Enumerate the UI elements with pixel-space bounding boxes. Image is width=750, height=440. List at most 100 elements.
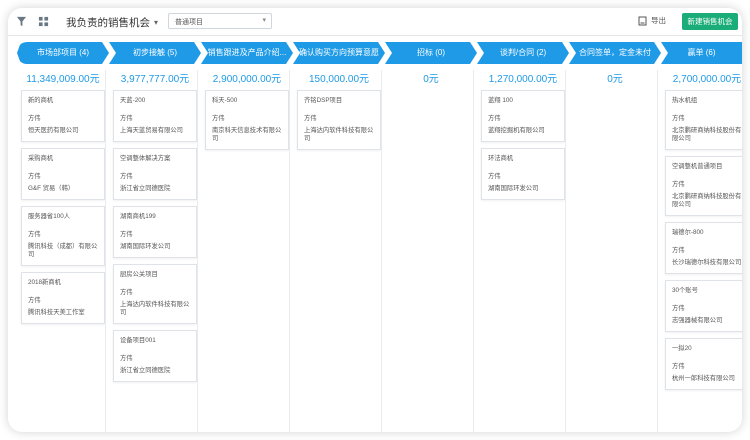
owner-name: 方伟 [212,115,225,122]
stage-count: (4) [77,48,89,57]
company-name: 恒天医药有限公司 [28,127,79,134]
company-name: 上海达内软件科技有限公司 [304,127,374,142]
company-name: 湖南国际环发公司 [488,185,539,192]
funnel-icon[interactable] [16,16,27,27]
opportunity-card[interactable]: 一拟20 方伟杭州一郎科技有限公司 [665,338,742,390]
column-divider [657,70,658,432]
owner-name: 方伟 [672,181,685,188]
opportunity-name: 科天-500 [212,97,238,104]
column-divider [197,70,198,432]
opportunity-card[interactable]: 2018新商机 方伟 腾讯科技天美工作室 [21,272,105,324]
opportunity-card[interactable]: 设备项目001 方伟浙江省立同德医院 [113,330,197,382]
opportunity-card[interactable]: 厨房公关项目 方伟 上海达内软件科技有限公司 [113,264,197,324]
owner-name: 方伟 [120,173,133,180]
chevron-down-icon: ▾ [154,18,159,27]
opportunity-name: 环法商机 [488,155,514,162]
stage-label: 初步接触 [133,48,165,57]
opportunity-card[interactable]: 新的商机方伟恒天医药有限公司 [21,90,105,142]
opportunity-card[interactable]: 科天-500 方伟南京科天信息技术有限公司 [205,90,289,150]
stage-label: 赢单 [687,48,704,57]
stage-header[interactable]: 谈判/合同 (2) [477,42,569,64]
owner-name: 方伟 [28,231,41,238]
opportunity-card[interactable]: 环法商机方伟湖南国际环发公司 [481,148,565,200]
stage-amount: 1,270,000.00元 [488,74,558,85]
company-name: 湖南国际环发公司 [120,243,171,250]
opportunity-card[interactable]: 瑞德尔-800 方伟 长沙瑞德尔科技有限公司 [665,222,742,274]
stage-header[interactable]: 确认购买方向预算意愿 [293,42,385,64]
opportunity-card[interactable]: 齐铭DSP项目 方伟 上海达内软件科技有限公司 [297,90,381,150]
stage-amount: 2,700,000.00元 [672,74,742,85]
stage-count: (6) [703,48,716,57]
company-name: 杭州一郎科技有限公司 [672,375,735,382]
opportunity-name: 一拟20 [672,345,692,352]
stage-bar: 市场部项目 (4) 初步接触 (5) 销售跟进及产品介绍... 确认购买方向预算意愿招… [16,42,742,64]
owner-name: 方伟 [672,115,685,122]
opportunity-card[interactable]: 30个账号方伟志强器械有限公司 [665,280,742,332]
company-name: 志强器械有限公司 [672,317,723,324]
opportunity-name: 天蓝-200 [120,97,146,104]
opportunity-name: 齐铭DSP项目 [304,97,343,104]
opportunity-card[interactable]: 湖南商机199 方伟湖南国际环发公司 [113,206,197,258]
opportunity-card[interactable]: 采购商机 方伟 G&F 贸易（韩） [21,148,105,200]
app-window: 我负责的销售机会 ▾ 普通项目 ▾ 导出 新建销售机会 市场部项目 (4) 初步接… [8,8,742,432]
stage-header[interactable]: 市场部项目 (4) [17,42,109,64]
opportunity-card[interactable]: 空调整机普通项目 方伟 北京鹏研商纳科技股份有限公司 [665,156,742,216]
owner-name: 方伟 [672,363,685,370]
stage-amount: 2,900,000.00元 [212,74,282,85]
stage-header[interactable]: 销售跟进及产品介绍... [201,42,293,64]
opportunity-name: 30个账号 [672,287,698,294]
chevron-down-icon: ▾ [262,17,266,24]
opportunity-card[interactable]: 热水机组 方伟 北京鹏研商纳科技股份有限公司 [665,90,742,150]
stage-count: (5) [165,48,177,57]
opportunity-name: 热水机组 [672,97,698,104]
stage-amount: 0元 [423,74,439,85]
opportunity-card[interactable]: 服务器省100人 方伟 腾讯科技（成都）有限公司 [21,206,105,266]
opportunity-card[interactable]: 蓝翔 100 方伟蓝翔挖掘机有限公司 [481,90,565,142]
opportunity-name: 湖南商机199 [120,213,156,220]
owner-name: 方伟 [28,115,41,122]
stage-label: 确认购买方向预算意愿 [299,48,379,57]
column-divider [565,70,566,432]
owner-name: 方伟 [120,355,133,362]
company-name: G&F 贸易（韩） [28,185,75,192]
opportunity-type-select[interactable]: 普通项目 ▾ [168,13,272,29]
view-title-dropdown[interactable]: 我负责的销售机会 ▾ [66,15,158,30]
export-icon [638,16,647,25]
owner-name: 方伟 [672,305,685,312]
company-name: 南京科天信息技术有限公司 [212,127,282,142]
owner-name: 方伟 [120,231,133,238]
stage-count: (2) [534,48,547,57]
stage-header[interactable]: 初步接触 (5) [109,42,201,64]
grid-view-icon[interactable] [38,16,49,27]
column-divider [381,70,382,432]
stage-label: 市场部项目 [37,48,77,57]
column-divider [289,70,290,432]
company-name: 蓝翔挖掘机有限公司 [488,127,545,134]
company-name: 浙江省立同德医院 [120,367,171,374]
opportunity-name: 设备项目001 [120,337,156,344]
opportunity-card[interactable]: 天蓝-200 方伟 上海天蓝贸易有限公司 [113,90,197,142]
opportunity-name: 新的商机 [28,97,54,104]
stage-header[interactable]: 合同签单，定金未付 [569,42,661,64]
top-bar: 我负责的销售机会 ▾ 普通项目 ▾ 导出 新建销售机会 [8,8,742,36]
stage-label: 合同签单，定金未付 [579,48,651,57]
stage-label: 招标 [417,48,433,57]
new-opportunity-button[interactable]: 新建销售机会 [682,13,738,30]
opportunity-name: 蓝翔 100 [488,97,513,104]
owner-name: 方伟 [488,173,501,180]
export-button[interactable]: 导出 [638,15,666,26]
stage-header[interactable]: 招标 (0) [385,42,477,64]
opportunity-name: 2018新商机 [28,279,61,286]
company-name: 北京鹏研商纳科技股份有限公司 [672,193,742,208]
stage-amount: 0元 [607,74,623,85]
stage-amount: 150,000.00元 [308,74,370,85]
stage-count: (0) [433,48,445,57]
company-name: 上海达内软件科技有限公司 [120,301,190,316]
export-label: 导出 [651,16,666,25]
page-title: 我负责的销售机会 [66,17,150,29]
stage-header[interactable]: 赢单 (6) [661,42,742,64]
owner-name: 方伟 [488,115,501,122]
opportunity-name: 空调整体解决方案 [120,155,171,162]
owner-name: 方伟 [672,247,685,254]
opportunity-card[interactable]: 空调整体解决方案 方伟 浙江省立同德医院 [113,148,197,200]
